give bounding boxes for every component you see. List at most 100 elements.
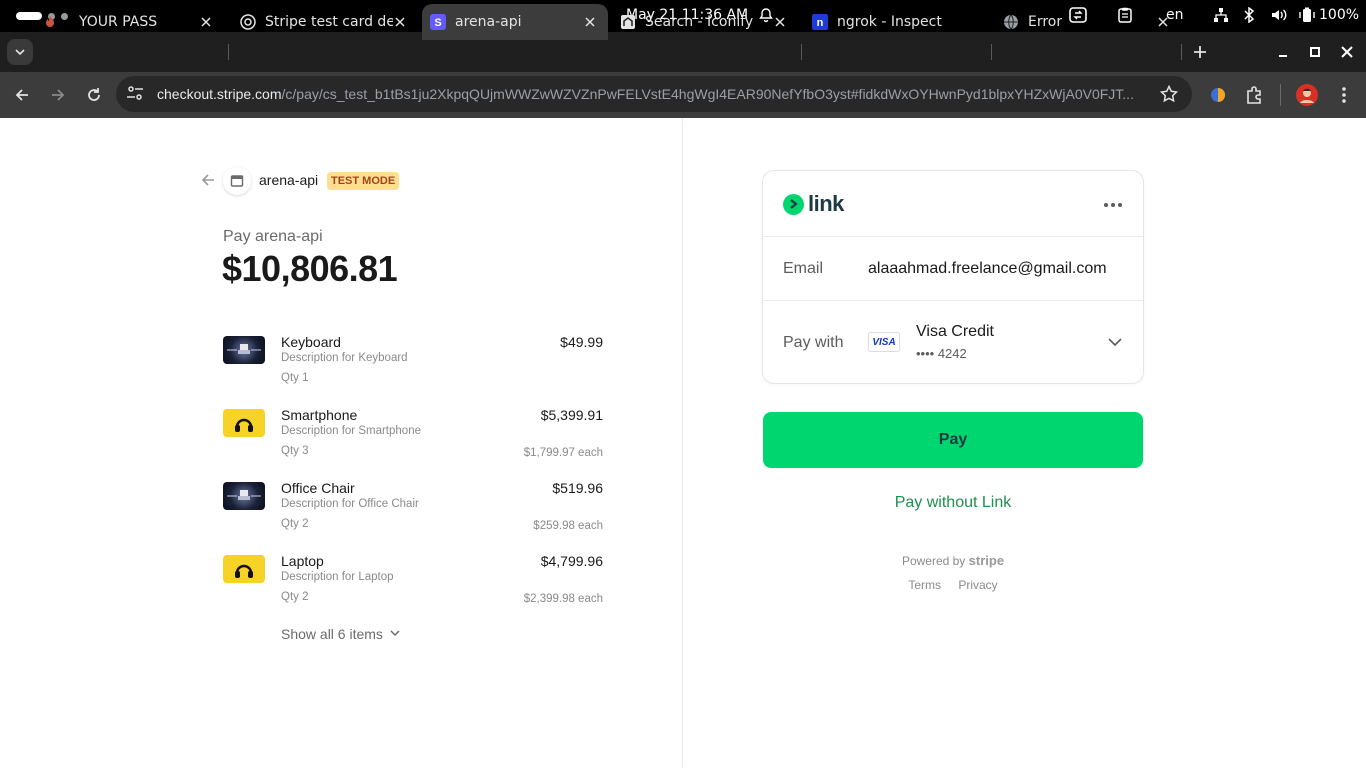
browser-menu-icon[interactable] xyxy=(1333,84,1355,106)
powered-by-stripe[interactable]: Powered by stripe xyxy=(763,553,1143,568)
reload-icon[interactable] xyxy=(82,83,106,107)
url-host: checkout.stripe.com xyxy=(157,86,282,102)
svg-text:S: S xyxy=(434,17,441,29)
more-options-icon[interactable] xyxy=(1103,197,1123,207)
stripe-favicon-icon xyxy=(240,14,256,30)
email-value[interactable]: alaaahmad.freelance@gmail.com xyxy=(868,260,1107,278)
tab-error[interactable]: Error xyxy=(995,4,1181,40)
close-tab-icon[interactable] xyxy=(392,14,408,30)
tab-separator xyxy=(991,44,992,60)
item-price: $49.99 xyxy=(560,334,603,350)
extensions-puzzle-icon[interactable] xyxy=(1243,84,1265,106)
volume-icon[interactable] xyxy=(1270,7,1288,27)
tab-title: YOUR PASS xyxy=(79,14,158,30)
item-quantity: Qty 3 xyxy=(281,445,309,457)
test-mode-badge: TEST MODE xyxy=(327,172,400,190)
item-description: Description for Smartphone xyxy=(281,425,421,437)
url-text[interactable]: checkout.stripe.com/c/pay/cs_test_b1tBs1… xyxy=(157,86,1142,102)
line-item: Laptop Description for Laptop Qty 2 $4,7… xyxy=(223,553,603,623)
site-settings-icon[interactable] xyxy=(126,85,146,103)
item-quantity: Qty 2 xyxy=(281,518,309,530)
link-logo: link xyxy=(783,191,844,217)
payment-panel: link Email alaaahmad.freelance@gmail.com… xyxy=(683,118,1366,768)
extension-icon[interactable] xyxy=(1207,84,1229,106)
product-thumbnail xyxy=(223,555,265,583)
close-tab-icon[interactable] xyxy=(582,14,598,30)
back-arrow-icon[interactable] xyxy=(200,172,218,190)
item-price: $519.96 xyxy=(552,480,603,496)
row-divider xyxy=(763,300,1143,301)
item-unit-price: $259.98 each xyxy=(533,520,603,532)
terms-link[interactable]: Terms xyxy=(908,578,941,592)
item-unit-price: $1,799.97 each xyxy=(523,447,603,459)
tab-your-pass[interactable]: YOUR PASS xyxy=(42,4,224,40)
flame-favicon-icon xyxy=(42,14,58,30)
item-unit-price: $2,399.98 each xyxy=(523,593,603,605)
bookmark-star-icon[interactable] xyxy=(1159,84,1179,107)
tab-search-iconify[interactable]: Search - Iconify xyxy=(612,4,798,40)
tab-search-button[interactable] xyxy=(7,39,33,65)
line-item: Office Chair Description for Office Chai… xyxy=(223,480,603,550)
tab-title: Search - Iconify xyxy=(645,14,754,30)
url-path: /c/pay/cs_test_b1tBs1ju2XkpqQUjmWWZwWZVZ… xyxy=(281,86,1134,102)
toolbar-separator xyxy=(1280,84,1281,106)
chevron-down-icon xyxy=(389,626,401,642)
item-name: Smartphone xyxy=(281,407,358,423)
back-arrow-icon[interactable] xyxy=(10,83,34,107)
item-quantity: Qty 1 xyxy=(281,372,309,384)
item-name: Office Chair xyxy=(281,480,355,496)
battery-percentage: 100% xyxy=(1319,7,1360,23)
chevron-down-icon[interactable] xyxy=(1107,334,1123,350)
card-brand[interactable]: Visa Credit xyxy=(916,323,994,341)
address-bar[interactable]: checkout.stripe.com/c/pay/cs_test_b1tBs1… xyxy=(116,76,1192,112)
forward-arrow-icon[interactable] xyxy=(46,83,70,107)
network-icon[interactable] xyxy=(1213,7,1229,27)
product-thumbnail xyxy=(223,409,265,437)
item-description: Description for Laptop xyxy=(281,571,394,583)
tab-title: ngrok - Inspect xyxy=(837,14,942,30)
line-item: Smartphone Description for Smartphone Qt… xyxy=(223,407,603,477)
tab-separator xyxy=(228,44,229,60)
stripe-wordmark: stripe xyxy=(968,553,1005,568)
order-summary-panel: arena-api TEST MODE Pay arena-api $10,80… xyxy=(0,118,682,768)
close-tab-icon[interactable] xyxy=(198,14,214,30)
battery-icon[interactable] xyxy=(1298,7,1316,27)
link-payment-card: link Email alaaahmad.freelance@gmail.com… xyxy=(762,170,1144,384)
bluetooth-icon[interactable] xyxy=(1243,6,1255,27)
footer-links: Terms Privacy xyxy=(763,578,1143,592)
close-window-icon[interactable] xyxy=(1337,42,1357,62)
tab-title: arena-api xyxy=(455,14,522,30)
row-divider xyxy=(763,236,1143,237)
tab-separator xyxy=(1181,44,1182,60)
link-arrow-icon xyxy=(783,193,804,215)
pay-merchant-label: Pay arena-api xyxy=(223,228,323,245)
item-name: Laptop xyxy=(281,553,324,569)
minimize-window-icon[interactable] xyxy=(1273,42,1293,62)
pay-without-link-link[interactable]: Pay without Link xyxy=(763,494,1143,512)
pay-button[interactable]: Pay xyxy=(763,412,1143,468)
profile-avatar-icon[interactable] xyxy=(1296,84,1318,106)
tab-title: Error xyxy=(1028,14,1063,30)
show-all-items-button[interactable]: Show all 6 items xyxy=(281,626,401,642)
tab-ngrok-inspect[interactable]: n ngrok - Inspect xyxy=(804,4,990,40)
new-tab-plus-icon[interactable] xyxy=(1190,42,1210,62)
tab-arena-api[interactable]: S arena-api xyxy=(422,4,608,40)
merchant-name: arena-api xyxy=(259,172,319,188)
maximize-window-icon[interactable] xyxy=(1305,42,1325,62)
privacy-link[interactable]: Privacy xyxy=(958,578,997,592)
card-last4: •••• 4242 xyxy=(916,346,967,361)
close-tab-icon[interactable] xyxy=(1155,14,1171,30)
visa-card-icon: VISA xyxy=(868,332,900,352)
store-icon xyxy=(223,167,251,195)
show-all-label: Show all 6 items xyxy=(281,626,383,642)
close-tab-icon[interactable] xyxy=(772,14,788,30)
email-label: Email xyxy=(783,260,824,277)
powered-by-label: Powered by xyxy=(901,554,966,568)
tab-stripe-test-cards[interactable]: Stripe test card de xyxy=(232,4,418,40)
tab-separator xyxy=(801,44,802,60)
line-item: Keyboard Description for Keyboard Qty 1 … xyxy=(223,334,603,404)
browser-toolbar: checkout.stripe.com/c/pay/cs_test_b1tBs1… xyxy=(0,72,1366,118)
iconify-favicon-icon xyxy=(620,14,636,30)
pay-with-label: Pay with xyxy=(783,334,844,351)
total-amount: $10,806.81 xyxy=(222,248,398,289)
